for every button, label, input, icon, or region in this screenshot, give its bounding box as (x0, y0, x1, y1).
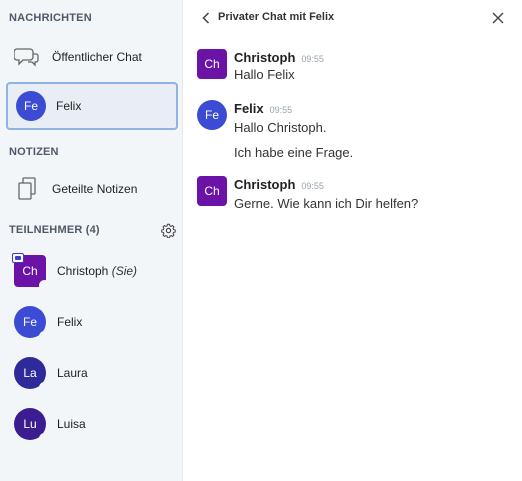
message-author: Christoph (234, 177, 296, 192)
private-chat-label: Felix (56, 99, 82, 113)
participants-section-title: TEILNEHMER (4) (9, 224, 100, 236)
avatar: Ch (12, 253, 50, 291)
sidebar: NACHRICHTEN Öffentlicher Chat Fe Felix N… (0, 0, 183, 481)
avatar: Fe (16, 91, 46, 121)
message-header: Christoph 09:55 (234, 176, 324, 194)
public-chat-item[interactable]: Öffentlicher Chat (6, 33, 178, 81)
message-text: Hallo Felix (234, 67, 295, 82)
gear-icon[interactable] (160, 222, 176, 238)
avatar-initials: Ch (22, 264, 38, 278)
message-text: Hallo Christoph. (234, 120, 327, 135)
chat-bubbles-icon (14, 44, 40, 70)
participant-name: Luisa (57, 417, 86, 431)
message-time: 09:55 (269, 105, 293, 115)
notes-icon (14, 176, 40, 202)
avatar: Fe (14, 306, 50, 342)
message-time: 09:55 (301, 181, 324, 191)
message-text: Ich habe eine Frage. (234, 145, 354, 160)
avatar-initials: La (23, 366, 37, 380)
participant-christoph[interactable]: Ch Christoph (Sie) (12, 253, 138, 291)
avatar: Lu (14, 408, 50, 444)
avatar: Ch (197, 176, 227, 206)
avatar: La (14, 357, 50, 393)
presenter-badge-icon (12, 253, 24, 263)
message-text: Gerne. Wie kann ich Dir helfen? (234, 196, 419, 211)
message-author: Felix (234, 101, 264, 116)
private-chat-item-felix[interactable]: Fe Felix (6, 82, 178, 130)
message-header: Felix 09:55 (234, 100, 292, 118)
participant-luisa[interactable]: Lu Luisa (14, 408, 86, 444)
chevron-left-icon[interactable] (200, 11, 212, 25)
participant-name: Christoph (Sie) (57, 264, 138, 278)
messages-section-title: NACHRICHTEN (9, 12, 92, 24)
public-chat-label: Öffentlicher Chat (52, 50, 142, 64)
message-author: Christoph (234, 50, 296, 65)
notes-section-title: NOTIZEN (9, 146, 59, 158)
chat-title: Privater Chat mit Felix (218, 11, 335, 23)
avatar-initials: Fe (22, 315, 37, 329)
avatar: Fe (197, 100, 227, 130)
avatar-initials: Lu (23, 417, 37, 431)
message-header: Christoph 09:55 (234, 49, 324, 67)
participant-felix[interactable]: Fe Felix (14, 306, 83, 342)
participant-name: Felix (57, 315, 83, 329)
participant-name: Laura (57, 366, 88, 380)
close-icon[interactable] (490, 10, 505, 25)
participant-laura[interactable]: La Laura (14, 357, 88, 393)
shared-notes-item[interactable]: Geteilte Notizen (6, 165, 178, 213)
message-time: 09:55 (301, 54, 324, 64)
shared-notes-label: Geteilte Notizen (52, 182, 138, 196)
you-suffix: (Sie) (111, 264, 138, 278)
avatar: Ch (197, 49, 227, 79)
